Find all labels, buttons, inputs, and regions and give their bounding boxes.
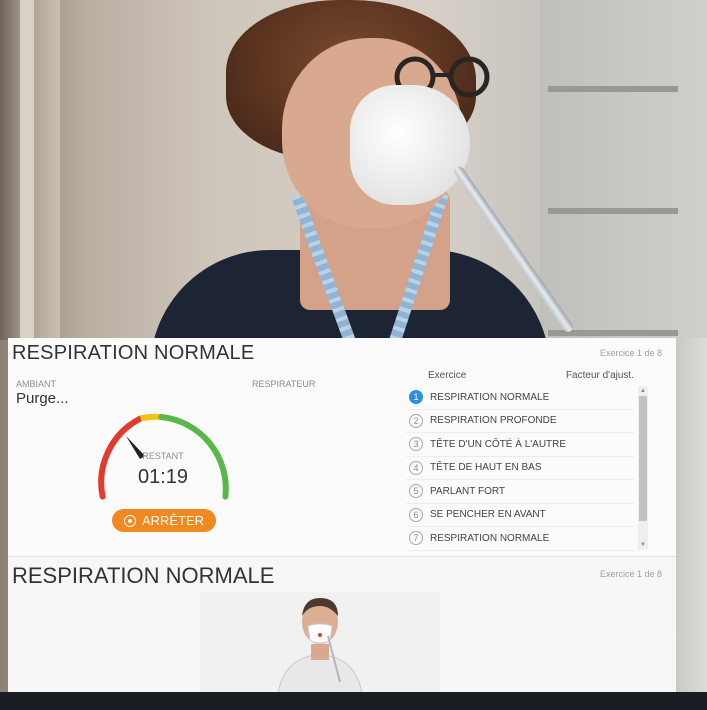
exercise-list-scrollbar[interactable]: ▲ ▼ — [638, 386, 648, 550]
ambient-label: AMBIANT — [16, 379, 57, 389]
exercise-title: RESPIRATION NORMALE — [12, 342, 255, 364]
header-fit-factor: Facteur d'ajust. — [565, 370, 634, 381]
door-edge — [20, 0, 34, 340]
exercise-list-header: Exercice Facteur d'ajust. — [406, 368, 652, 384]
remaining-label: RESTANT — [142, 451, 184, 461]
shelf — [548, 208, 678, 214]
exercise-number-badge: 7 — [409, 531, 423, 546]
scrollbar-thumb[interactable] — [639, 396, 647, 521]
stop-icon — [123, 514, 136, 527]
scroll-up-icon[interactable]: ▲ — [638, 386, 648, 396]
demo-exercise-counter: Exercice 1 de 8 — [599, 569, 662, 579]
exercise-demo-panel: RESPIRATION NORMALE Exercice 1 de 8 — [8, 556, 676, 693]
exercise-number-badge: 6 — [409, 507, 423, 522]
exercise-number-badge: 1 — [409, 390, 423, 405]
header-exercise: Exercice — [428, 370, 467, 381]
exercise-item-label: RESPIRATION PROFONDE — [430, 415, 557, 427]
respirator-mask — [350, 85, 470, 205]
exercise-number-badge: 3 — [409, 437, 423, 452]
exercise-list-item[interactable]: 5 PARLANT FORT — [406, 480, 634, 504]
exercise-item-label: SE PENCHER EN AVANT — [430, 509, 546, 521]
exercise-list-container: Exercice Facteur d'ajust. 1 RESPIRATION N… — [406, 364, 652, 551]
avatar-illustration — [277, 598, 363, 693]
remaining-time: 01:19 — [137, 466, 189, 488]
exercise-list-item[interactable]: 4 TÊTE DE HAUT EN BAS — [406, 457, 634, 480]
exercise-number-badge: 2 — [409, 413, 423, 428]
exercise-number-badge: 5 — [409, 484, 423, 499]
shelf — [548, 86, 678, 92]
exercise-item-label: RESPIRATION NORMALE — [430, 391, 550, 403]
demo-exercise-title: RESPIRATION NORMALE — [12, 563, 275, 588]
exercise-counter: Exercice 1 de 8 — [599, 348, 662, 358]
scroll-down-icon[interactable]: ▼ — [638, 540, 648, 550]
exercise-list-item[interactable]: 7 RESPIRATION NORMALE — [406, 527, 634, 551]
exercise-list-item[interactable]: 1 RESPIRATION NORMALE — [406, 386, 634, 410]
fit-test-panel: RESPIRATION NORMALE Exercice 1 de 8 AMBI… — [8, 338, 676, 556]
exercise-number-badge: 4 — [409, 460, 423, 475]
exercise-item-label: PARLANT FORT — [430, 485, 506, 497]
exercise-list: 1 RESPIRATION NORMALE 2 RESPIRATION PROFOND… — [406, 386, 634, 551]
exercise-item-label: TÊTE DE HAUT EN BAS — [430, 462, 542, 474]
exercise-item-label: TÊTE D'UN CÔTÉ À L'AUTRE — [430, 438, 567, 450]
respirator-label: RESPIRATEUR — [252, 379, 316, 389]
gauge-arc-yellow — [139, 413, 162, 422]
screen: RESPIRATION NORMALE Exercice 1 de 8 AMBI… — [0, 0, 707, 710]
exercise-demo-avatar — [200, 592, 440, 693]
exercise-list-item[interactable]: 6 SE PENCHER EN AVANT — [406, 504, 634, 527]
background-right-strip — [676, 338, 707, 710]
video-bottom-bar — [0, 692, 707, 710]
ambient-value: Purge... — [16, 390, 69, 407]
exercise-item-label: RESPIRATION NORMALE — [430, 532, 550, 544]
exercise-list-item[interactable]: 2 RESPIRATION PROFONDE — [406, 410, 634, 433]
stop-button[interactable]: ARRÊTER — [112, 509, 216, 532]
stop-button-label: ARRÊTER — [141, 513, 205, 528]
exercise-list-item[interactable]: 3 TÊTE D'UN CÔTÉ À L'AUTRE — [406, 433, 634, 457]
